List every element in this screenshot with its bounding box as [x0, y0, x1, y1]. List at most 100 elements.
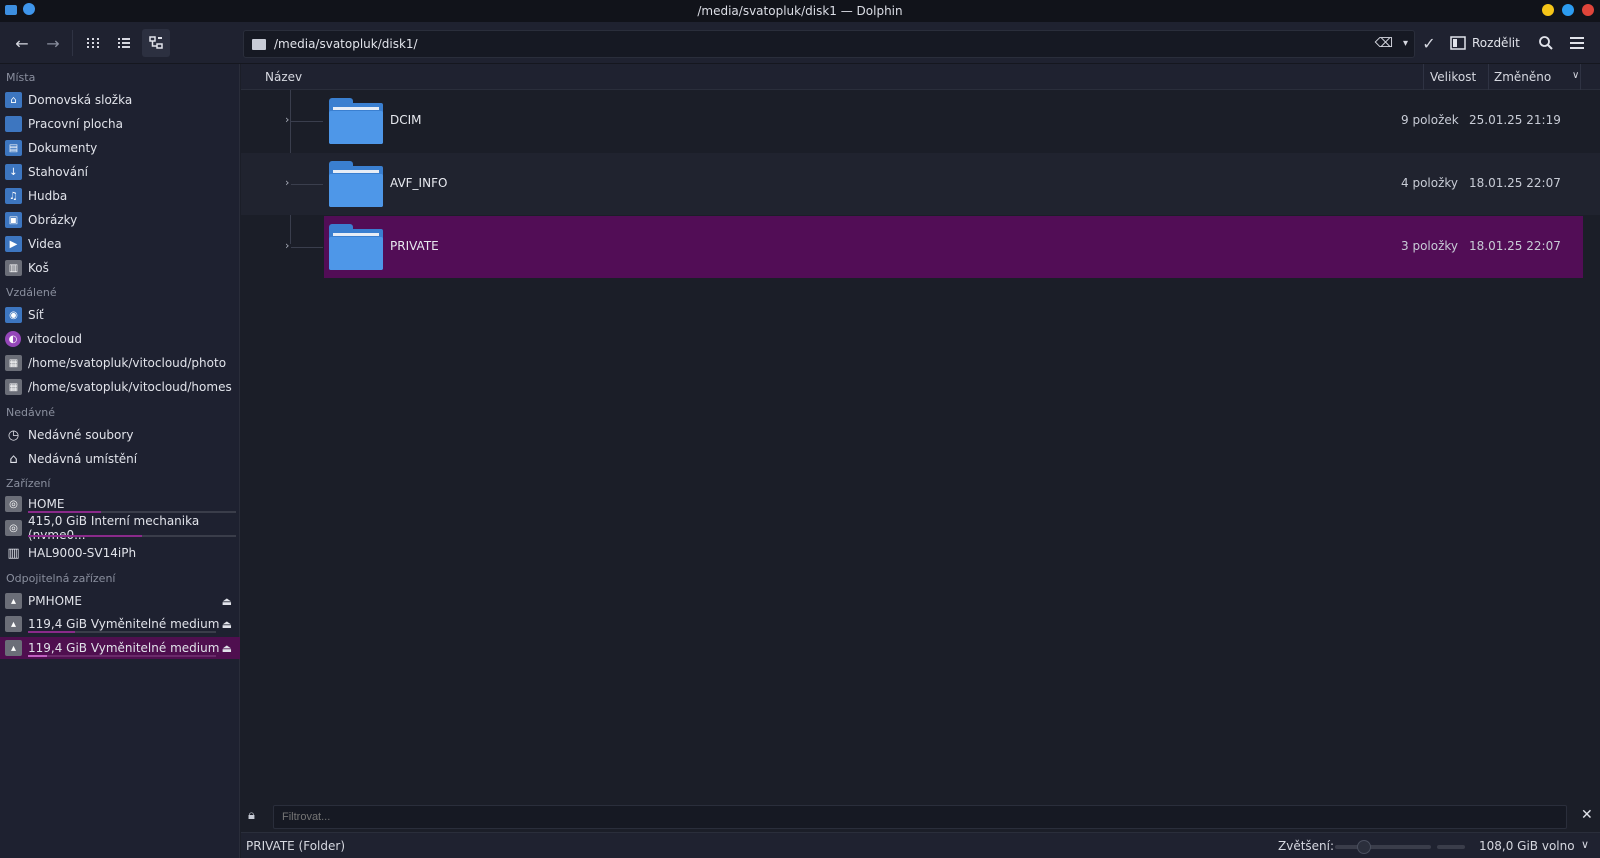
zoom-slider[interactable]: [1335, 840, 1431, 854]
removable-section-header[interactable]: Odpojitelná zařízení: [6, 572, 115, 585]
sidebar-item-pmhome[interactable]: ▴ PMHOME ⏏: [0, 590, 240, 612]
location-path[interactable]: /media/svatopluk/disk1/: [274, 37, 418, 51]
sidebar-item-videos[interactable]: ▶ Videa: [0, 233, 240, 255]
sidebar-item-label: Dokumenty: [28, 141, 98, 155]
removable-1-capacity-bar: [28, 631, 216, 633]
file-size: 3 položky: [1401, 239, 1459, 253]
back-button[interactable]: ←: [8, 29, 36, 57]
file-name: PRIVATE: [390, 239, 439, 253]
sidebar-item-label: HOME: [28, 497, 65, 511]
sidebar-item-network[interactable]: ◉ Síť: [0, 304, 240, 326]
location-bar[interactable]: /media/svatopluk/disk1/ ⌫ ▾: [243, 30, 1415, 58]
free-space-label[interactable]: 108,0 GiB volno: [1479, 839, 1575, 853]
sidebar-item-phone[interactable]: ▥ HAL9000-SV14iPh: [0, 542, 240, 564]
network-icon: ◉: [5, 307, 22, 323]
file-row-selected[interactable]: › PRIVATE 3 položky 18.01.25 22:07: [241, 216, 1600, 278]
file-row[interactable]: › DCIM 9 položek 25.01.25 21:19: [241, 90, 1600, 152]
toolbar: ← → /media/svatopluk/disk1/ ⌫ ▾ ✓ Rozděl…: [0, 22, 1600, 64]
zoom-label: Zvětšení:: [1278, 839, 1335, 853]
free-space-chevron-icon[interactable]: ∨: [1581, 838, 1589, 851]
videos-folder-icon: ▶: [5, 236, 22, 252]
forward-button[interactable]: →: [39, 29, 67, 57]
column-header: Název Velikost Změněno ∨: [241, 64, 1600, 90]
search-icon: [1539, 36, 1553, 50]
location-history-chevron-icon[interactable]: ▾: [1403, 38, 1408, 49]
modified-column-header[interactable]: Změněno: [1494, 70, 1551, 84]
confirm-location-button[interactable]: ✓: [1415, 29, 1443, 57]
expand-chevron-icon[interactable]: ›: [285, 239, 289, 252]
recent-section-header[interactable]: Nedávné: [6, 406, 55, 419]
downloads-folder-icon: ↓: [5, 164, 22, 180]
remote-section-header[interactable]: Vzdálené: [6, 286, 57, 299]
capacity-fill: [28, 655, 47, 657]
sidebar-item-label: PMHOME: [28, 594, 82, 608]
places-panel: Místa ⌂ Domovská složka Pracovní plocha …: [0, 64, 240, 858]
folder-icon: [252, 38, 266, 50]
devices-section-header[interactable]: Zařízení: [6, 477, 50, 490]
menu-button[interactable]: [1563, 29, 1591, 57]
name-column-header[interactable]: Název: [265, 70, 302, 84]
desktop-folder-icon: [5, 116, 22, 132]
eject-icon[interactable]: ⏏: [222, 642, 232, 655]
status-bar: PRIVATE (Folder) Zvětšení: 108,0 GiB vol…: [241, 832, 1600, 858]
forward-arrow-icon: →: [46, 33, 60, 53]
eject-icon[interactable]: ⏏: [222, 595, 232, 608]
dolphin-app-icon[interactable]: [5, 4, 17, 15]
sidebar-item-vitocloud-photo[interactable]: ▦ /home/svatopluk/vitocloud/photo: [0, 352, 240, 374]
toolbar-separator: [72, 30, 73, 56]
clear-location-icon[interactable]: ⌫: [1375, 36, 1393, 51]
maximize-button[interactable]: [1562, 4, 1574, 16]
search-button[interactable]: [1532, 29, 1560, 57]
pictures-folder-icon: ▣: [5, 212, 22, 228]
close-button[interactable]: [1582, 4, 1594, 16]
sidebar-item-home[interactable]: ⌂ Domovská složka: [0, 89, 240, 111]
sidebar-item-recent-files[interactable]: ◷ Nedávné soubory: [0, 424, 240, 446]
eject-icon[interactable]: ⏏: [222, 618, 232, 631]
zoom-slider-handle[interactable]: [1356, 840, 1371, 854]
sidebar-item-label: vitocloud: [27, 332, 82, 346]
sidebar-item-label: Síť: [28, 308, 44, 322]
filter-input[interactable]: [273, 805, 1567, 829]
sidebar-item-music[interactable]: ♫ Hudba: [0, 185, 240, 207]
sidebar-item-vitocloud-homes[interactable]: ▦ /home/svatopluk/vitocloud/homes: [0, 376, 240, 398]
music-folder-icon: ♫: [5, 188, 22, 204]
file-row[interactable]: › AVF_INFO 4 položky 18.01.25 22:07: [241, 153, 1600, 215]
phone-icon: ▥: [7, 545, 20, 561]
expand-chevron-icon[interactable]: ›: [285, 176, 289, 189]
sidebar-item-label: Nedávná umístění: [28, 452, 138, 466]
sidebar-item-downloads[interactable]: ↓ Stahování: [0, 161, 240, 183]
sidebar-item-documents[interactable]: ▤ Dokumenty: [0, 137, 240, 159]
sidebar-item-label: Hudba: [28, 189, 68, 203]
details-view-button[interactable]: [142, 29, 170, 57]
file-name: DCIM: [390, 113, 422, 127]
sidebar-item-desktop[interactable]: Pracovní plocha: [0, 113, 240, 135]
removable-drive-icon: ▴: [5, 640, 22, 656]
sidebar-item-label: Pracovní plocha: [28, 117, 123, 131]
sidebar-item-label: HAL9000-SV14iPh: [28, 546, 137, 560]
sort-chevron-icon[interactable]: ∨: [1572, 70, 1579, 81]
sidebar-item-pictures[interactable]: ▣ Obrázky: [0, 209, 240, 231]
sidebar-item-recent-locations[interactable]: ⌂ Nedávná umístění: [0, 448, 240, 470]
tree-view-icon: [149, 36, 163, 49]
drive-icon: ◎: [5, 496, 22, 512]
hamburger-menu-icon: [1570, 37, 1584, 49]
file-name: AVF_INFO: [390, 176, 448, 190]
icons-view-button[interactable]: [79, 29, 107, 57]
pin-icon[interactable]: [23, 3, 35, 15]
compact-view-button[interactable]: [110, 29, 138, 57]
expand-chevron-icon[interactable]: ›: [285, 113, 289, 126]
places-section-header[interactable]: Místa: [6, 71, 35, 84]
back-arrow-icon: ←: [15, 33, 29, 53]
minimize-button[interactable]: [1542, 4, 1554, 16]
capacity-fill: [28, 535, 143, 537]
sidebar-item-label: Stahování: [28, 165, 89, 179]
file-size: 4 položky: [1401, 176, 1459, 190]
sidebar-item-vitocloud[interactable]: ◐ vitocloud: [0, 328, 240, 350]
lock-icon[interactable]: 🔒︎: [248, 808, 255, 823]
size-column-header[interactable]: Velikost: [1430, 70, 1476, 84]
close-filter-icon[interactable]: ✕: [1581, 807, 1593, 823]
split-view-button[interactable]: Rozdělit: [1450, 29, 1520, 57]
selection-highlight: [324, 216, 1583, 278]
sidebar-item-trash[interactable]: ▥ Koš: [0, 257, 240, 279]
sidebar-item-label: 119,4 GiB Vyměnitelné medium: [28, 641, 220, 655]
